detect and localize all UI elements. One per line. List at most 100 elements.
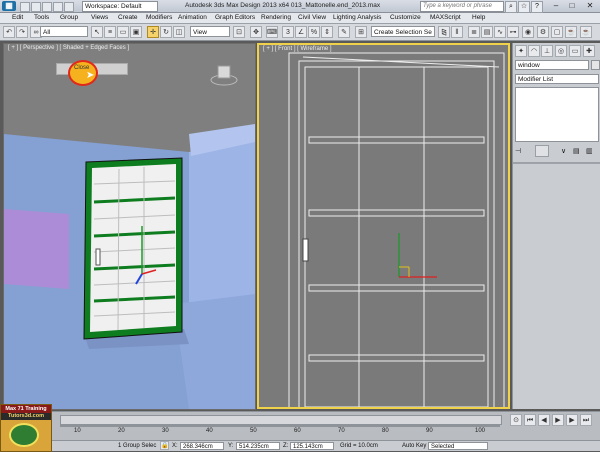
angle-snap-icon[interactable]: ∠ (295, 26, 307, 38)
open-file-icon[interactable] (31, 2, 41, 12)
spinner-snap-icon[interactable]: ⇕ (321, 26, 333, 38)
status-bar: 1 Group Selec 🔒 X: 268.346cm Y: 514.235c… (0, 440, 600, 451)
select-object-icon[interactable]: ↖ (91, 26, 103, 38)
edit-named-selection-icon[interactable]: ✎ (338, 26, 350, 38)
y-coordinate-field[interactable]: 514.235cm (236, 442, 280, 450)
window-title: Autodesk 3ds Max Design 2013 x64 013_Mat… (185, 2, 381, 9)
timeline[interactable]: 10 20 30 40 50 60 70 80 90 100 ⊙ ⏮ ◀ ▶ ▶… (0, 411, 600, 440)
named-selection-set-dropdown[interactable]: Create Selection Se (371, 26, 435, 37)
render-iterative-icon[interactable]: ☕ (580, 26, 592, 38)
pivot-center-icon[interactable]: ⊡ (233, 26, 245, 38)
previous-frame-icon[interactable]: ◀ (538, 414, 550, 426)
x-coordinate-field[interactable]: 268.346cm (180, 442, 224, 450)
close-button[interactable]: ✕ (582, 0, 598, 11)
tick-label: 70 (338, 428, 345, 434)
menu-graph-editors[interactable]: Graph Editors (215, 13, 255, 23)
modifier-list-dropdown[interactable]: Modifier List (515, 74, 599, 84)
menu-tools[interactable]: Tools (34, 13, 49, 23)
region-select-icon[interactable]: ▭ (117, 26, 129, 38)
tick-label: 20 (118, 428, 125, 434)
menu-help[interactable]: Help (472, 13, 485, 23)
graphite-tools-icon[interactable]: ▤ (481, 26, 493, 38)
play-icon[interactable]: ▶ (552, 414, 564, 426)
utilities-tab-icon[interactable]: ✚ (583, 45, 595, 57)
perspective-viewport-label[interactable]: [ + ] [ Perspective ] [ Shaded + Edged F… (8, 45, 129, 51)
object-name-field[interactable]: window (515, 60, 589, 70)
menu-lighting-analysis[interactable]: Lighting Analysis (333, 13, 381, 23)
track-bar (60, 425, 500, 427)
percent-snap-icon[interactable]: % (308, 26, 320, 38)
object-color-swatch[interactable] (591, 60, 600, 70)
show-end-result-icon[interactable] (535, 145, 549, 157)
redo-tool-icon[interactable]: ↷ (16, 26, 28, 38)
star-icon[interactable]: ☆ (518, 1, 530, 13)
reference-coordinate-dropdown[interactable]: View (190, 26, 230, 37)
lock-selection-icon[interactable]: 🔒 (160, 441, 169, 450)
front-viewport[interactable]: [ + ] [ Front ] [ Wireframe ] (257, 43, 510, 409)
menu-civil-view[interactable]: Civil View (298, 13, 326, 23)
go-to-start-icon[interactable]: ⏮ (524, 414, 536, 426)
pin-stack-icon[interactable]: ⊣ (515, 147, 521, 155)
material-editor-icon[interactable]: ◉ (522, 26, 534, 38)
selection-filter-dropdown[interactable]: All (40, 26, 88, 37)
minimize-button[interactable]: – (548, 0, 564, 11)
help-icon[interactable]: ? (531, 1, 543, 13)
maximize-button[interactable]: □ (564, 0, 580, 11)
select-by-name-icon[interactable]: ≡ (104, 26, 116, 38)
menu-animation[interactable]: Animation (178, 13, 207, 23)
perspective-viewport[interactable]: [ + ] [ Perspective ] [ Shaded + Edged F… (3, 43, 256, 410)
menu-rendering[interactable]: Rendering (261, 13, 291, 23)
undo-tool-icon[interactable]: ↶ (3, 26, 15, 38)
display-tab-icon[interactable]: ▭ (569, 45, 581, 57)
menu-views[interactable]: Views (91, 13, 108, 23)
rotate-tool-icon[interactable]: ↻ (160, 26, 172, 38)
menu-create[interactable]: Create (118, 13, 138, 23)
create-tab-icon[interactable]: ✦ (515, 45, 527, 57)
menu-maxscript[interactable]: MAXScript (430, 13, 461, 23)
redo-icon[interactable] (64, 2, 74, 12)
z-coordinate-field[interactable]: 125.143cm (290, 442, 334, 450)
search-input[interactable]: Type a keyword or phrase (420, 1, 504, 12)
keyboard-shortcut-icon[interactable]: ⌨ (266, 26, 278, 38)
hierarchy-tab-icon[interactable]: ⊥ (541, 45, 553, 57)
modifier-stack[interactable] (515, 87, 599, 142)
menu-customize[interactable]: Customize (390, 13, 421, 23)
motion-tab-icon[interactable]: ◎ (555, 45, 567, 57)
remove-modifier-icon[interactable]: ▤ (573, 147, 580, 155)
watermark-line2: Tutors3d.com (1, 413, 51, 420)
time-slider[interactable] (60, 415, 502, 425)
menu-modifiers[interactable]: Modifiers (146, 13, 172, 23)
go-to-end-icon[interactable]: ⏭ (580, 414, 592, 426)
next-frame-icon[interactable]: ▶ (566, 414, 578, 426)
mirror-icon[interactable]: ⧎ (438, 26, 450, 38)
save-file-icon[interactable] (42, 2, 52, 12)
named-selection-icon[interactable]: ⊞ (355, 26, 367, 38)
configure-sets-icon[interactable]: ▥ (586, 147, 593, 155)
front-viewport-label[interactable]: [ + ] [ Front ] [ Wireframe ] (263, 46, 332, 52)
key-mode-icon[interactable]: ⊙ (510, 414, 522, 426)
snap-toggle-icon[interactable]: 3 (282, 26, 294, 38)
command-panel: ✦ ◠ ⊥ ◎ ▭ ✚ window Modifier List ⊣ ∨ ▤ ▥ (512, 43, 600, 409)
render-setup-icon[interactable]: ⚙ (537, 26, 549, 38)
schematic-view-icon[interactable]: ⊶ (507, 26, 519, 38)
binoculars-icon[interactable]: ⌕ (505, 1, 517, 13)
undo-icon[interactable] (53, 2, 63, 12)
render-production-icon[interactable]: ☕ (565, 26, 577, 38)
make-unique-icon[interactable]: ∨ (561, 147, 566, 155)
curve-editor-icon[interactable]: ∿ (494, 26, 506, 38)
move-tool-icon[interactable]: ✛ (147, 26, 159, 38)
app-logo-icon[interactable]: ▦ (2, 1, 16, 11)
align-icon[interactable]: ⫴ (451, 26, 463, 38)
menu-edit[interactable]: Edit (12, 13, 23, 23)
menu-group[interactable]: Group (60, 13, 78, 23)
select-manipulate-icon[interactable]: ✥ (250, 26, 262, 38)
tick-label: 30 (162, 428, 169, 434)
scale-tool-icon[interactable]: ◫ (173, 26, 185, 38)
workspace-dropdown[interactable]: Workspace: Default (82, 1, 158, 12)
window-crossing-icon[interactable]: ▣ (130, 26, 142, 38)
new-file-icon[interactable] (20, 2, 30, 12)
layer-manager-icon[interactable]: ≣ (468, 26, 480, 38)
key-filter-dropdown[interactable]: Selected (428, 442, 488, 450)
modify-tab-icon[interactable]: ◠ (528, 45, 540, 57)
rendered-frame-icon[interactable]: ▢ (551, 26, 563, 38)
